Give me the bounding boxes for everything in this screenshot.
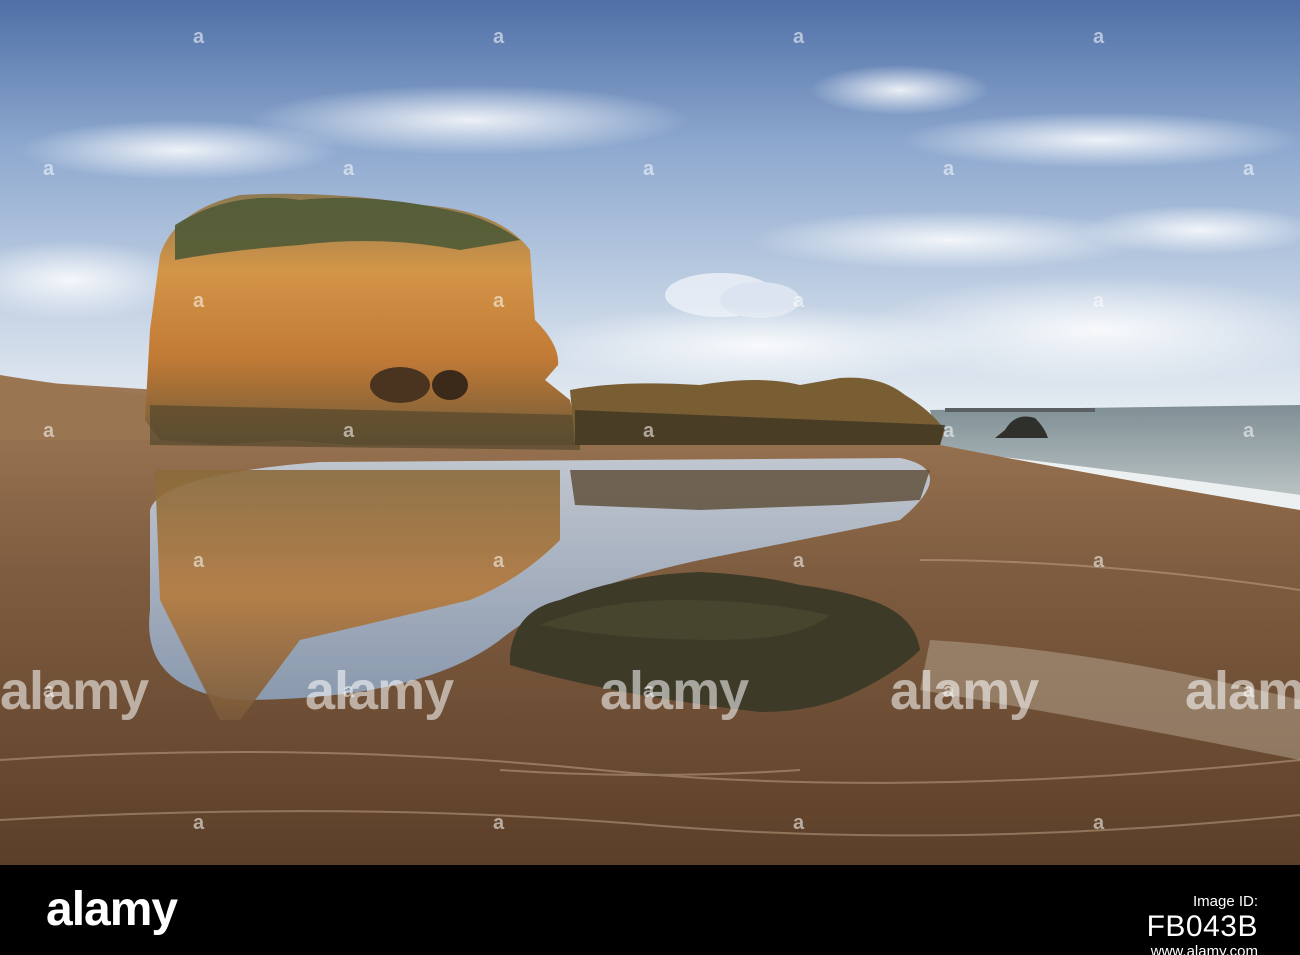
watermark-mark: a [493, 812, 505, 834]
watermark-brand: alamy [600, 661, 749, 721]
watermark-mark: a [193, 550, 205, 572]
watermark-mark: a [793, 26, 805, 48]
watermark-mark: a [943, 420, 955, 442]
watermark-mark: a [343, 420, 355, 442]
watermark-mark: a [1093, 26, 1105, 48]
footer-bar: alamy Image ID: FB043B www.alamy.com [0, 865, 1300, 955]
beach-photo: a a a a a a a a a a a a a a a a a a a a … [0, 0, 1300, 865]
watermark-brand: alamy [1185, 661, 1300, 721]
watermark-mark: a [493, 290, 505, 312]
cave [432, 370, 468, 400]
watermark-brand: alamy [890, 661, 1039, 721]
watermark-mark: a [1093, 812, 1105, 834]
watermark-mark: a [493, 26, 505, 48]
watermark-mark: a [793, 550, 805, 572]
watermark-row: alamy alamy alamy alamy alamy [0, 640, 1300, 740]
watermark-mark: a [343, 158, 355, 180]
watermark-mark: a [43, 158, 55, 180]
cave [370, 367, 430, 403]
watermark-mark: a [943, 158, 955, 180]
alamy-logo: alamy [46, 883, 178, 936]
site-url: www.alamy.com [1150, 943, 1258, 955]
photo-frame: a a a a a a a a a a a a a a a a a a a a … [0, 0, 1300, 955]
watermark-mark: a [1093, 550, 1105, 572]
distant-headland [945, 408, 1095, 412]
watermark-mark: a [1243, 158, 1255, 180]
watermark-brand: alamy [305, 661, 454, 721]
watermark-mark: a [193, 26, 205, 48]
watermark-mark: a [493, 550, 505, 572]
image-id-block: Image ID: FB043B www.alamy.com [1147, 893, 1258, 955]
watermark-mark: a [193, 290, 205, 312]
watermark-mark: a [793, 812, 805, 834]
watermark-brand: alamy [0, 661, 149, 721]
watermark-mark: a [1243, 420, 1255, 442]
image-id-value: FB043B [1146, 910, 1258, 943]
watermark-mark: a [643, 420, 655, 442]
watermark-mark: a [793, 290, 805, 312]
watermark-mark: a [643, 158, 655, 180]
image-id-label: Image ID: [1192, 893, 1258, 910]
watermark-mark: a [193, 812, 205, 834]
watermark-mark: a [43, 420, 55, 442]
watermark-mark: a [1093, 290, 1105, 312]
